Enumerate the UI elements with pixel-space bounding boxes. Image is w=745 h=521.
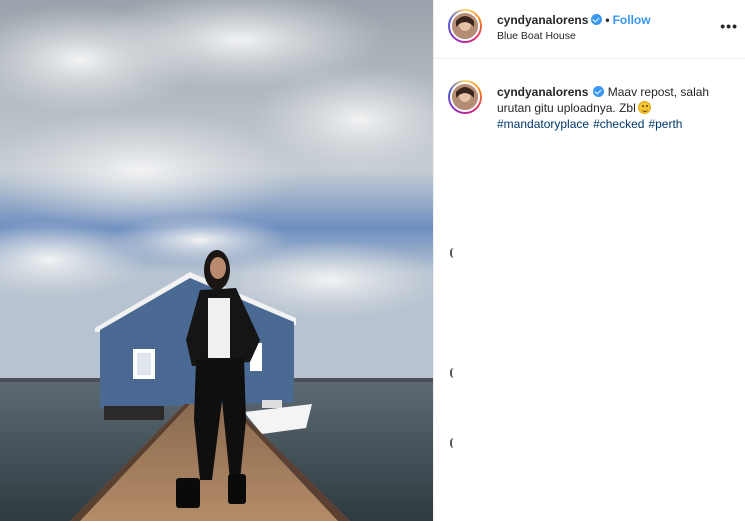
separator-dot: • <box>605 13 610 27</box>
avatar-photo <box>450 11 480 41</box>
follow-button[interactable]: Follow <box>613 13 651 27</box>
more-options-icon[interactable]: ••• <box>720 18 738 34</box>
hashtag-link[interactable]: #mandatoryplace <box>497 117 589 131</box>
scroll-edge-mark <box>450 248 455 258</box>
verified-badge-icon <box>591 14 603 25</box>
post-header: cyndyanalorens • Follow Blue Boat House ••… <box>434 0 745 59</box>
scroll-edge-mark <box>450 368 455 378</box>
username-link[interactable]: cyndyanalorens <box>497 13 588 27</box>
caption-text-block: cyndyanalorens Maav repost, salah urutan… <box>497 84 727 132</box>
location-link[interactable]: Blue Boat House <box>497 30 576 42</box>
comment-username-link[interactable]: cyndyanalorens <box>497 85 588 99</box>
verified-badge-icon <box>593 86 605 97</box>
post-photo[interactable] <box>0 0 433 521</box>
comment-avatar[interactable] <box>448 80 482 114</box>
winking-face-icon <box>637 101 651 114</box>
hashtag-link[interactable]: #perth <box>648 117 682 131</box>
header-username-row: cyndyanalorens • Follow <box>497 13 651 27</box>
avatar-photo <box>450 82 480 112</box>
avatar[interactable] <box>448 9 482 43</box>
photo-scene <box>0 0 433 521</box>
scroll-edge-mark <box>450 438 455 448</box>
hashtag-link[interactable]: #checked <box>593 117 644 131</box>
post-side-panel: cyndyanalorens • Follow Blue Boat House ••… <box>433 0 745 521</box>
